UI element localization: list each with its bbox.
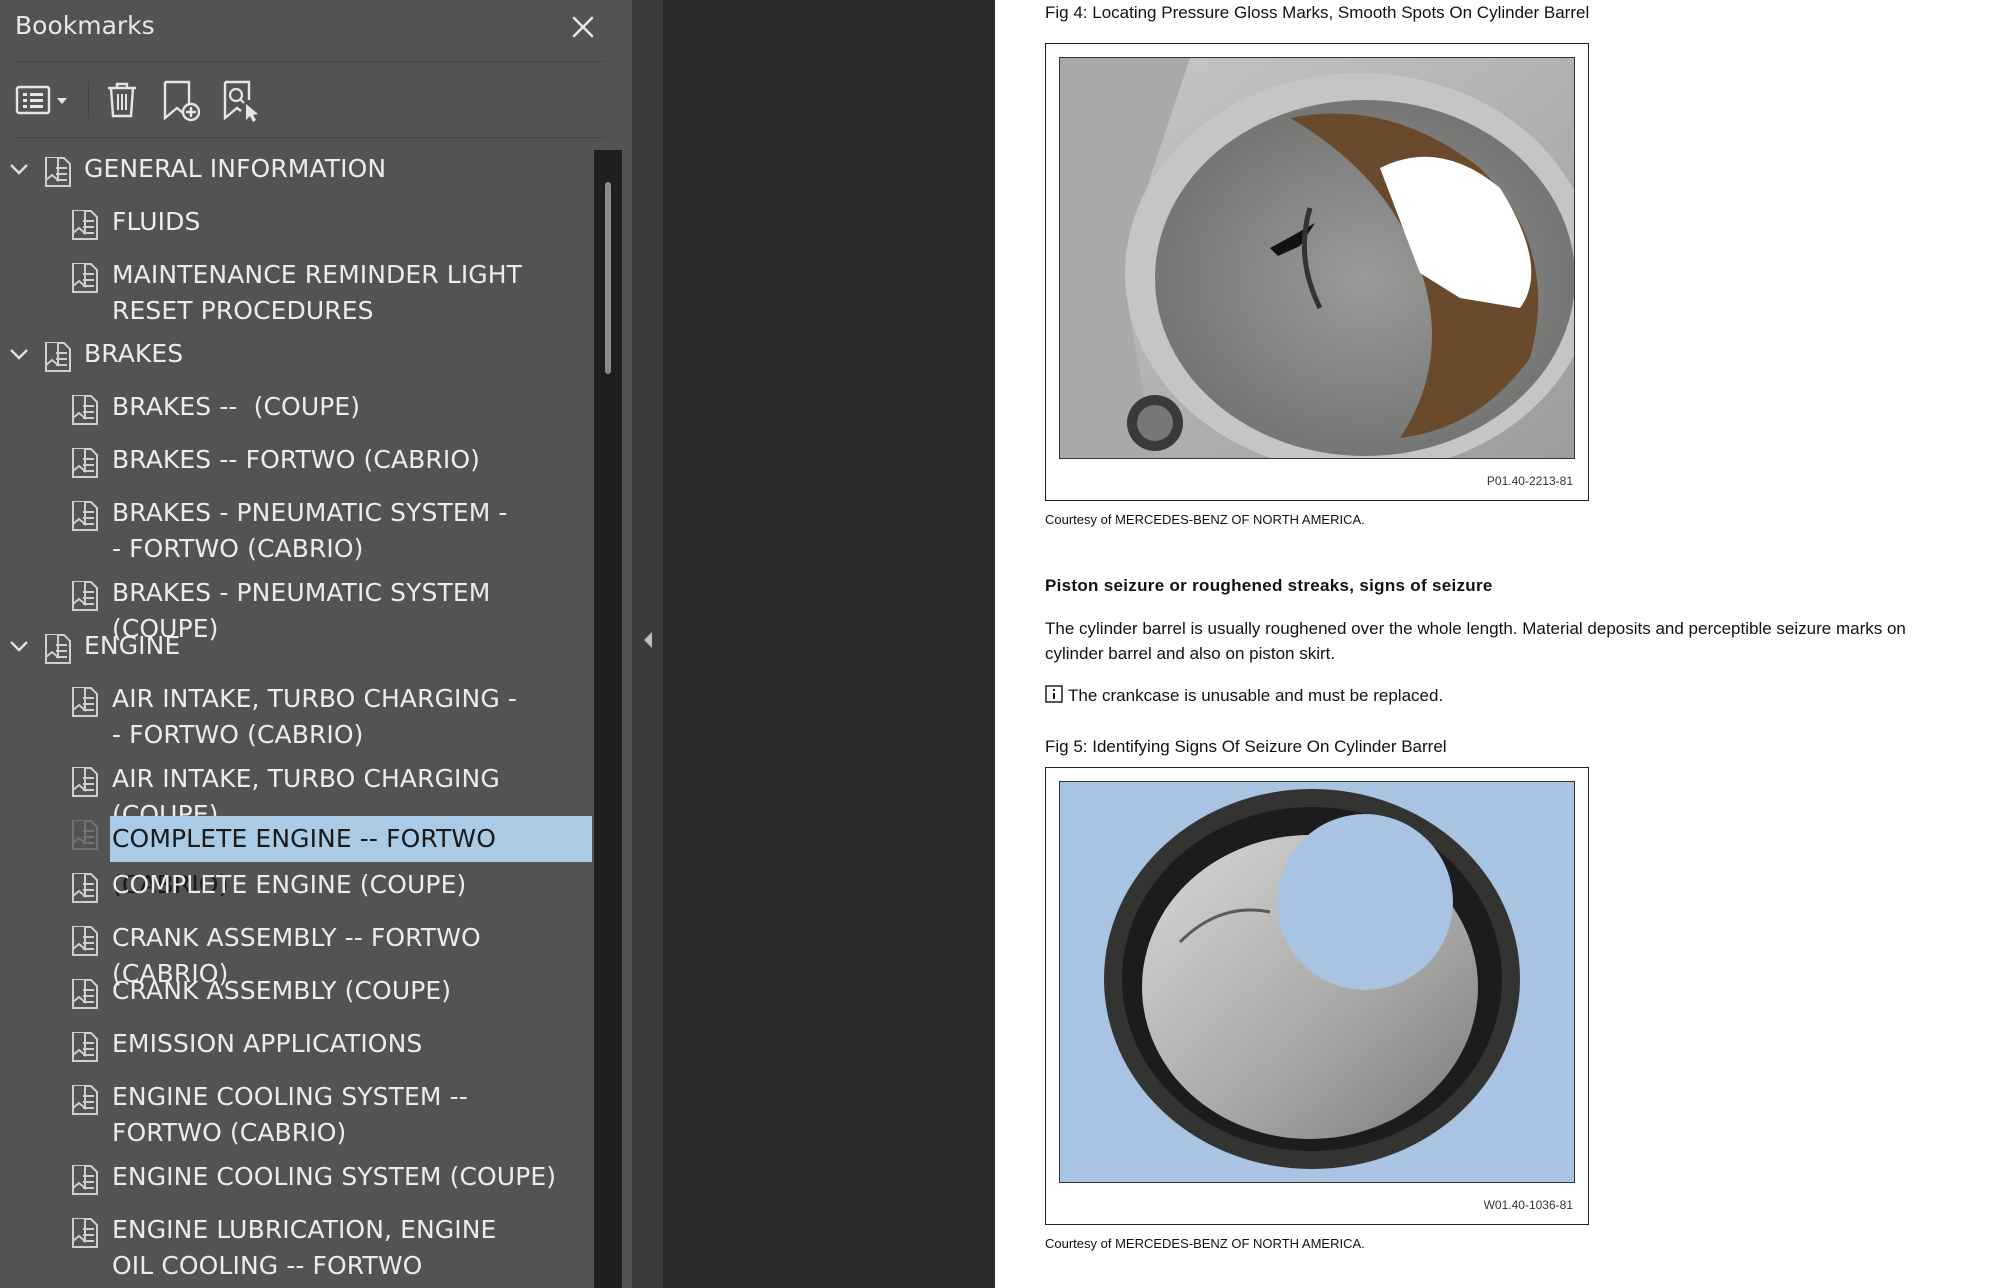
bookmark-label: BRAKES -- (COUPE) (112, 392, 361, 421)
bookmark-label: MAINTENANCE REMINDER LIGHT RESET PROCEDU… (112, 260, 523, 325)
bookmark-icon (72, 767, 98, 797)
bookmark-icon (72, 1165, 98, 1195)
bookmark-item-crank-assembly-coupe[interactable]: CRANK ASSEMBLY (COUPE) (0, 972, 592, 1014)
fig4-code: P01.40-2213-81 (1486, 474, 1573, 488)
bookmark-item-brakes-fortwo[interactable]: BRAKES -- FORTWO (CABRIO) (0, 441, 592, 483)
bookmark-icon (72, 687, 98, 717)
bookmark-label: ENGINE (84, 631, 181, 660)
bookmark-item-crank-assembly-fortwo[interactable]: CRANK ASSEMBLY -- FORTWO (CABRIO) (0, 919, 592, 988)
bookmark-label: BRAKES (84, 339, 184, 368)
fig4-frame: P01.40-2213-81 (1045, 43, 1589, 501)
find-bookmark-icon[interactable] (220, 78, 264, 122)
fig5-image (1059, 781, 1575, 1183)
toolbar-divider (88, 82, 89, 118)
bookmark-icon (72, 1218, 98, 1248)
bookmark-label: FLUIDS (112, 207, 201, 236)
bookmark-item-engine-lubrication-fortwo[interactable]: ENGINE LUBRICATION, ENGINE OIL COOLING -… (0, 1211, 592, 1288)
bookmark-item-air-intake-fortwo[interactable]: AIR INTAKE, TURBO CHARGING -- FORTWO (CA… (0, 680, 592, 756)
bookmark-icon (72, 873, 98, 903)
bookmark-item-brakes[interactable]: BRAKES (0, 335, 592, 377)
bookmark-item-general-information[interactable]: GENERAL INFORMATION (0, 150, 592, 192)
chevron-down-icon[interactable] (7, 157, 31, 181)
bookmark-icon (72, 501, 98, 531)
header-divider (12, 61, 606, 62)
trash-icon[interactable] (104, 78, 140, 122)
info-note: The crankcase is unusable and must be re… (1068, 686, 1444, 705)
fig5-courtesy: Courtesy of MERCEDES-BENZ OF NORTH AMERI… (1045, 1236, 1365, 1251)
bookmark-icon (72, 1085, 98, 1115)
bookmark-icon (72, 263, 98, 293)
bookmark-label: CRANK ASSEMBLY (COUPE) (112, 976, 452, 1005)
bookmark-icon (45, 342, 71, 372)
bookmarks-scrollbar-thumb[interactable] (605, 182, 611, 374)
bookmark-item-air-intake-coupe[interactable]: AIR INTAKE, TURBO CHARGING (COUPE) (0, 760, 592, 829)
collapse-panel-arrow-icon[interactable] (642, 630, 654, 650)
bookmark-label: ENGINE COOLING SYSTEM -- FORTWO (CABRIO) (112, 1082, 468, 1147)
bookmarks-title: Bookmarks (15, 11, 155, 40)
bookmarks-toolbar (0, 64, 632, 134)
bookmark-item-fluids[interactable]: FLUIDS (0, 203, 592, 245)
bookmark-label: ENGINE LUBRICATION, ENGINE OIL COOLING -… (112, 1215, 497, 1288)
chevron-down-icon[interactable] (7, 634, 31, 658)
bookmark-item-engine-cooling-fortwo[interactable]: ENGINE COOLING SYSTEM -- FORTWO (CABRIO) (0, 1078, 592, 1154)
bookmark-item-complete-engine-fortwo[interactable]: COMPLETE ENGINE -- FORTWO (CABRIO) (0, 813, 592, 899)
bookmark-label: EMISSION APPLICATIONS (112, 1029, 423, 1058)
bookmark-label: COMPLETE ENGINE (COUPE) (112, 870, 467, 899)
bookmark-icon (72, 581, 98, 611)
cylinder-barrel-photo (1060, 58, 1574, 458)
section-heading: Piston seizure or roughened streaks, sig… (1045, 576, 1493, 595)
bookmark-label: BRAKES - PNEUMATIC SYSTEM -- FORTWO (CAB… (112, 498, 508, 563)
bookmark-label: ENGINE COOLING SYSTEM (COUPE) (112, 1162, 557, 1191)
bookmark-options-icon[interactable] (14, 78, 74, 122)
bookmark-item-brakes-pneumatic-coupe[interactable]: BRAKES - PNEUMATIC SYSTEM (COUPE) (0, 574, 592, 643)
fig4-image (1059, 57, 1575, 459)
bookmark-label: BRAKES -- FORTWO (CABRIO) (112, 445, 480, 474)
fig4-caption: Fig 4: Locating Pressure Gloss Marks, Sm… (1045, 3, 1590, 22)
bookmark-item-emission-applications[interactable]: EMISSION APPLICATIONS (0, 1025, 592, 1067)
bookmark-item-brakes-coupe[interactable]: BRAKES -- (COUPE) (0, 388, 592, 430)
section-paragraph: The cylinder barrel is usually roughened… (1045, 619, 1906, 663)
bookmark-item-brakes-pneumatic-fortwo[interactable]: BRAKES - PNEUMATIC SYSTEM -- FORTWO (CAB… (0, 494, 592, 570)
info-icon (1045, 685, 1063, 703)
seized-cylinder-photo (1060, 782, 1574, 1182)
bookmark-label: GENERAL INFORMATION (84, 154, 387, 183)
fig4-courtesy: Courtesy of MERCEDES-BENZ OF NORTH AMERI… (1045, 512, 1365, 527)
bookmark-icon (72, 448, 98, 478)
fig5-frame: W01.40-1036-81 (1045, 767, 1589, 1225)
chevron-down-icon[interactable] (7, 342, 31, 366)
bookmark-icon (72, 395, 98, 425)
add-bookmark-icon[interactable] (160, 78, 204, 122)
bookmark-item-engine-cooling-coupe[interactable]: ENGINE COOLING SYSTEM (COUPE) (0, 1158, 592, 1200)
bookmark-icon (72, 979, 98, 1009)
bookmarks-header: Bookmarks (0, 0, 632, 58)
bookmark-item-maintenance-reminder[interactable]: MAINTENANCE REMINDER LIGHT RESET PROCEDU… (0, 256, 592, 332)
bookmarks-tree: GENERAL INFORMATION FLUIDS MAINTENANCE R… (0, 150, 592, 1288)
document-page: Fig 4: Locating Pressure Gloss Marks, Sm… (995, 0, 1995, 1288)
bookmark-icon (45, 634, 71, 664)
panel-splitter[interactable] (632, 0, 663, 1288)
bookmark-icon (45, 157, 71, 187)
viewer-background (663, 0, 995, 1288)
fig5-caption: Fig 5: Identifying Signs Of Seizure On C… (1045, 737, 1447, 756)
bookmark-item-engine[interactable]: ENGINE (0, 627, 592, 669)
bookmark-label: AIR INTAKE, TURBO CHARGING -- FORTWO (CA… (112, 684, 517, 749)
bookmarks-panel: Bookmarks GENERAL INFORMATION FLUIDS MAI… (0, 0, 632, 1288)
bookmark-label-selected: COMPLETE ENGINE -- FORTWO (CABRIO) (110, 816, 592, 899)
bookmark-icon (72, 1032, 98, 1062)
bookmark-item-complete-engine-coupe[interactable]: COMPLETE ENGINE (COUPE) (0, 866, 592, 908)
fig5-code: W01.40-1036-81 (1483, 1198, 1573, 1212)
close-icon[interactable] (566, 10, 600, 44)
bookmark-icon (72, 926, 98, 956)
toolbar-divider-bottom (12, 137, 606, 138)
bookmark-icon (72, 820, 98, 850)
bookmark-icon (72, 210, 98, 240)
